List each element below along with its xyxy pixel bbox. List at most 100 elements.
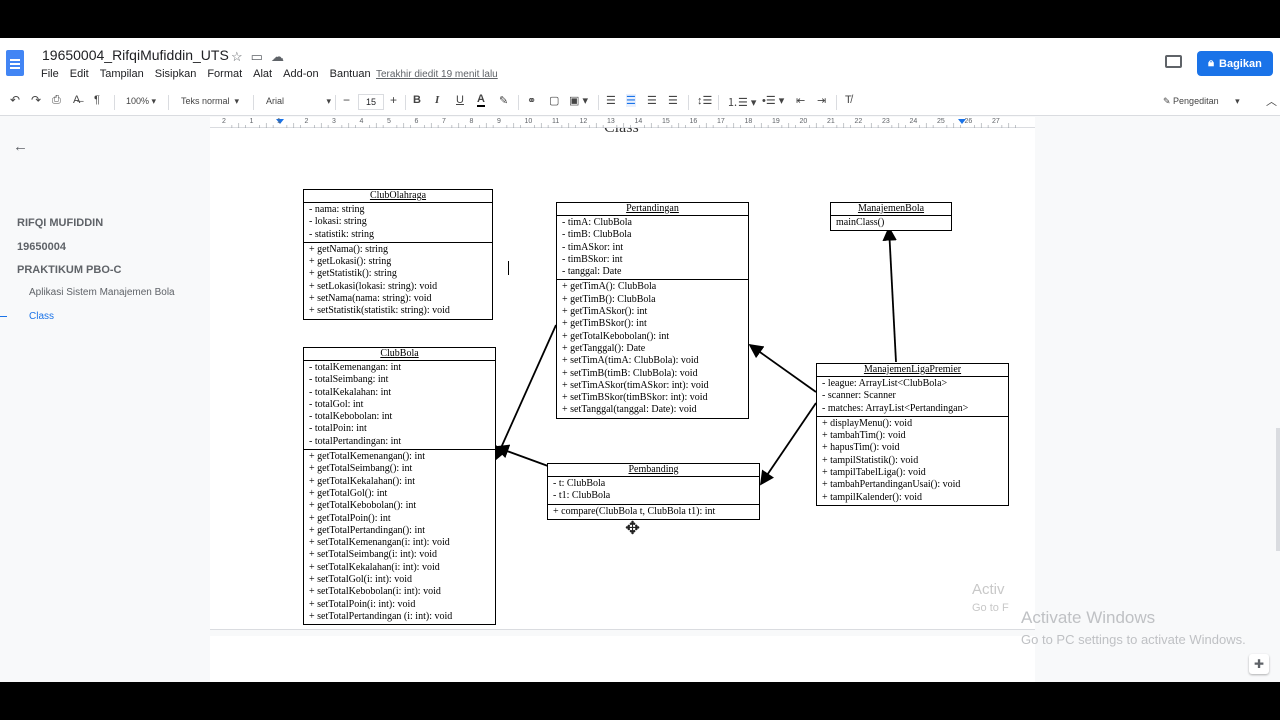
menu-format[interactable]: Format [207,68,242,80]
menu-addons[interactable]: Add-on [283,68,318,80]
bold-button[interactable]: B [413,94,421,106]
ruler-number: 1 [249,118,254,125]
ruler-number: 8 [469,118,474,125]
ruler[interactable]: 2 1 1 2 3 4 5 6 7 8 9 10 11 12 13 14 15 16 17 18 19 20 21 22 23 2… [210,117,1035,128]
collapse-menus-icon[interactable]: ︿ [1266,93,1277,109]
class-attribute: - timBSkor: int [562,253,623,265]
activate-windows-subtitle: Go to PC settings to activate Windows. [1021,632,1246,647]
redo-icon[interactable]: ↷ [31,93,41,107]
ruler-number: 2 [222,118,226,125]
next-page[interactable] [210,636,1035,682]
ruler-number: 23 [882,118,890,125]
class-method: + tampilKalender(): void [822,491,923,503]
menu-help[interactable]: Bantuan [330,68,371,80]
align-justify-icon[interactable]: ☰ [668,94,678,107]
ruler-number: 13 [607,118,615,125]
class-attribute: - totalPoin: int [309,423,367,435]
uml-class-clubbola: ClubBola - totalKemenangan: int - totalSe… [303,347,496,626]
comment-history-icon[interactable] [1165,55,1182,68]
menu-edit[interactable]: Edit [70,68,89,80]
menu-view[interactable]: Tampilan [100,68,144,80]
class-name: Pembanding [548,464,759,477]
ruler-number: 4 [359,118,364,125]
class-method: + getTotalKebobolan(): int [562,330,670,342]
vertical-scrollbar[interactable] [1276,428,1280,551]
last-edit-link[interactable]: Terakhir diedit 19 menit lalu [376,69,498,80]
share-button[interactable]: 🔒︎ Bagikan [1197,51,1273,76]
bulleted-list-icon[interactable]: •☰ ▾ [762,94,784,107]
class-method: + tampilStatistik(): void [822,454,919,466]
decrease-font-size-icon[interactable]: − [343,93,350,107]
editing-mode-select[interactable]: ✎ Pengeditan ▾ [1163,96,1240,107]
class-attribute: - totalKekalahan: int [309,386,392,398]
style-select[interactable]: Teks normal ▾ [181,96,239,107]
numbered-list-icon[interactable]: ⒈☰ ▾ [727,94,756,110]
outline-item-nim[interactable]: 19650004 [17,241,66,253]
class-method: + getTotalKekalahan(): int [309,475,416,487]
font-select[interactable]: Arial ▾ [266,96,331,107]
ruler-number: 1 [277,118,281,125]
align-center-icon[interactable]: ☰ [626,94,636,107]
star-icon[interactable]: ☆ [231,49,243,65]
comment-icon[interactable]: ▢ [549,94,559,107]
spellcheck-icon[interactable]: A̶ [73,94,80,106]
class-method: + setTimASkor(timASkor: int): void [562,379,709,391]
class-method: + getNama(): string [309,243,388,255]
increase-indent-icon[interactable]: ⇥ [817,94,826,107]
increase-font-size-icon[interactable]: + [390,93,397,107]
close-outline-arrow-icon[interactable]: ← [13,138,28,155]
underline-button[interactable]: U [456,94,464,106]
header: 19650004_RifqiMufiddin_UTS ☆ ▭ ☁ File Ed… [0,38,1280,90]
watermark-small-line1: Activ [972,581,1005,598]
italic-button[interactable]: I [435,94,439,106]
print-icon[interactable]: ⎙ [52,94,61,107]
class-method: + getTimBSkor(): int [562,318,647,330]
class-method: + setStatistik(statistik: string): void [309,305,450,317]
outline-subitem-aplikasi[interactable]: Aplikasi Sistem Manajemen Bola [29,287,175,298]
class-attribute: - lokasi: string [309,216,367,228]
class-method: + tambahPertandinganUsai(): void [822,479,961,491]
class-method: + getTotalPoin(): int [309,512,391,524]
menu-tools[interactable]: Alat [253,68,272,80]
align-right-icon[interactable]: ☰ [647,94,657,107]
ruler-number: 6 [414,118,419,125]
class-attribute: - totalSeimbang: int [309,374,389,386]
outline-subitem-class[interactable]: Class [29,311,54,322]
class-attribute: - statistik: string [309,228,374,240]
class-method: + setLokasi(lokasi: string): void [309,280,438,292]
decrease-indent-icon[interactable]: ⇤ [796,94,805,107]
class-method: + getStatistik(): string [309,268,397,280]
class-attribute: - timB: ClubBola [562,229,632,241]
highlight-icon[interactable]: ✎ [499,94,508,107]
explore-icon[interactable]: ✚ [1249,654,1269,674]
menu-insert[interactable]: Sisipkan [155,68,197,80]
line-spacing-icon[interactable]: ↕☰ [697,94,712,107]
cloud-status-icon[interactable]: ☁ [271,49,284,65]
menu-file[interactable]: File [41,68,59,80]
outline-item-name[interactable]: RIFQI MUFIDDIN [17,217,103,229]
class-attribute: - timASkor: int [562,241,624,253]
document-page[interactable]: Class ClubOlahraga - nama: string- lokas… [210,128,1035,630]
font-size-input[interactable]: 15 [358,94,384,110]
class-method: + setTotalGol(i: int): void [309,574,412,586]
class-attribute: - totalGol: int [309,398,364,410]
zoom-select[interactable]: 100% ▾ [126,96,156,107]
align-left-icon[interactable]: ☰ [606,94,616,107]
move-folder-icon[interactable]: ▭ [251,49,263,65]
document-title[interactable]: 19650004_RifqiMufiddin_UTS [42,47,229,63]
insert-image-icon[interactable]: ▣ ▾ [569,94,588,107]
outline-item-praktikum[interactable]: PRAKTIKUM PBO-C [17,264,122,276]
class-method: + getTotalKemenangan(): int [309,451,426,463]
class-method: mainClass() [836,217,885,228]
undo-icon[interactable]: ↶ [10,93,20,107]
class-method: + getTotalKebobolan(): int [309,500,417,512]
docs-logo-icon[interactable] [6,50,24,76]
clear-formatting-icon[interactable]: T̸ [845,94,852,106]
ruler-number: 11 [552,118,560,125]
class-method: + tambahTim(): void [822,430,906,442]
class-name: ManajemenBola [831,203,951,216]
link-icon[interactable]: ⚭ [527,94,536,107]
class-method: + compare(ClubBola t, ClubBola t1): int [553,505,716,517]
text-color-button[interactable]: A [477,94,485,107]
paint-format-icon[interactable]: ¶ [94,94,100,106]
